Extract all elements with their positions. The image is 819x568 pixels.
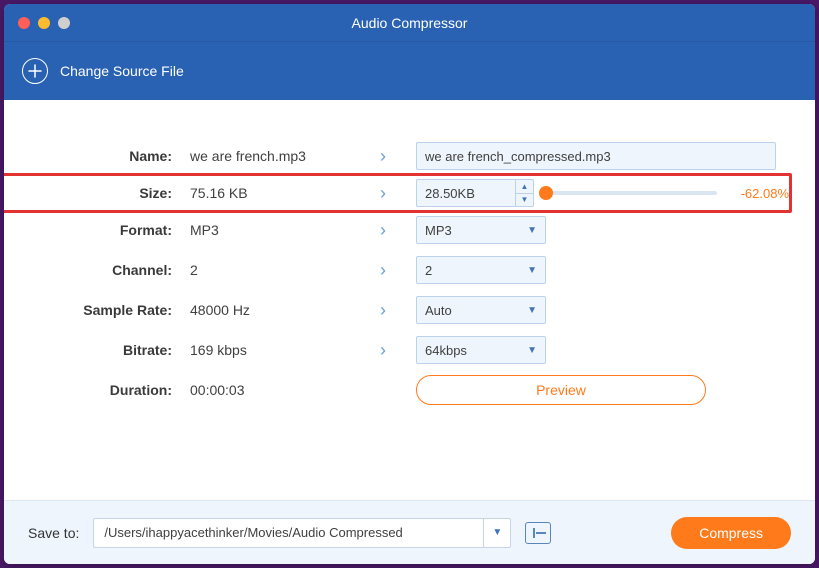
row-name: Name: we are french.mp3 › (30, 136, 789, 176)
duration-value: 00:00:03 (190, 382, 380, 398)
change-source-button[interactable]: Change Source File (60, 63, 184, 79)
bitrate-select[interactable]: 64kbps ▼ (416, 336, 546, 364)
name-original: we are french.mp3 (190, 148, 380, 164)
compress-button[interactable]: Compress (671, 517, 791, 549)
chevron-down-icon: ▼ (527, 225, 537, 236)
chevron-right-icon: › (380, 146, 416, 167)
bitrate-value: 64kbps (425, 343, 467, 358)
minimize-icon[interactable] (38, 17, 50, 29)
maximize-icon[interactable] (58, 17, 70, 29)
slider-thumb-icon[interactable] (539, 186, 553, 200)
sample-value: Auto (425, 303, 452, 318)
format-value: MP3 (425, 223, 452, 238)
preview-button[interactable]: Preview (416, 375, 706, 405)
chevron-right-icon: › (380, 220, 416, 241)
open-folder-icon[interactable] (525, 522, 551, 544)
size-original: 75.16 KB (190, 185, 380, 201)
chevron-right-icon: › (380, 183, 416, 204)
channel-original: 2 (190, 262, 380, 278)
format-original: MP3 (190, 222, 380, 238)
bitrate-original: 169 kbps (190, 342, 380, 358)
content-area: Name: we are french.mp3 › Size: 75.16 KB… (4, 100, 815, 500)
row-channel: Channel: 2 › 2 ▼ (30, 250, 789, 290)
stepper-up-icon[interactable]: ▲ (516, 180, 533, 194)
format-select[interactable]: MP3 ▼ (416, 216, 546, 244)
chevron-down-icon: ▼ (527, 305, 537, 316)
row-size: Size: 75.16 KB › 28.50KB ▲ ▼ -62.08% (4, 173, 792, 213)
size-label: Size: (30, 185, 190, 201)
channel-select[interactable]: 2 ▼ (416, 256, 546, 284)
size-slider[interactable] (546, 191, 717, 195)
sample-original: 48000 Hz (190, 302, 380, 318)
footer-bar: Save to: ▼ Compress (4, 500, 815, 564)
output-name-input[interactable] (416, 142, 776, 170)
chevron-down-icon: ▼ (527, 265, 537, 276)
app-window: Audio Compressor Change Source File Name… (4, 4, 815, 564)
row-sample-rate: Sample Rate: 48000 Hz › Auto ▼ (30, 290, 789, 330)
add-file-icon[interactable] (22, 58, 48, 84)
row-duration: Duration: 00:00:03 Preview (30, 370, 789, 410)
chevron-right-icon: › (380, 300, 416, 321)
chevron-down-icon: ▼ (492, 527, 502, 538)
channel-label: Channel: (30, 262, 190, 278)
save-to-label: Save to: (28, 525, 79, 541)
sample-select[interactable]: Auto ▼ (416, 296, 546, 324)
name-label: Name: (30, 148, 190, 164)
format-label: Format: (30, 222, 190, 238)
bitrate-label: Bitrate: (30, 342, 190, 358)
title-bar: Audio Compressor (4, 4, 815, 42)
chevron-right-icon: › (380, 260, 416, 281)
channel-value: 2 (425, 263, 432, 278)
chevron-down-icon: ▼ (527, 345, 537, 356)
size-target: 28.50KB (417, 180, 515, 206)
size-stepper[interactable]: 28.50KB ▲ ▼ (416, 179, 534, 207)
chevron-right-icon: › (380, 340, 416, 361)
close-icon[interactable] (18, 17, 30, 29)
window-controls (18, 17, 70, 29)
duration-label: Duration: (30, 382, 190, 398)
save-path-input[interactable] (93, 518, 483, 548)
save-path-dropdown[interactable]: ▼ (483, 518, 511, 548)
size-percent: -62.08% (727, 186, 789, 201)
row-bitrate: Bitrate: 169 kbps › 64kbps ▼ (30, 330, 789, 370)
row-format: Format: MP3 › MP3 ▼ (30, 210, 789, 250)
page-title: Audio Compressor (4, 15, 815, 31)
stepper-down-icon[interactable]: ▼ (516, 194, 533, 207)
sample-label: Sample Rate: (30, 302, 190, 318)
toolbar: Change Source File (4, 42, 815, 100)
